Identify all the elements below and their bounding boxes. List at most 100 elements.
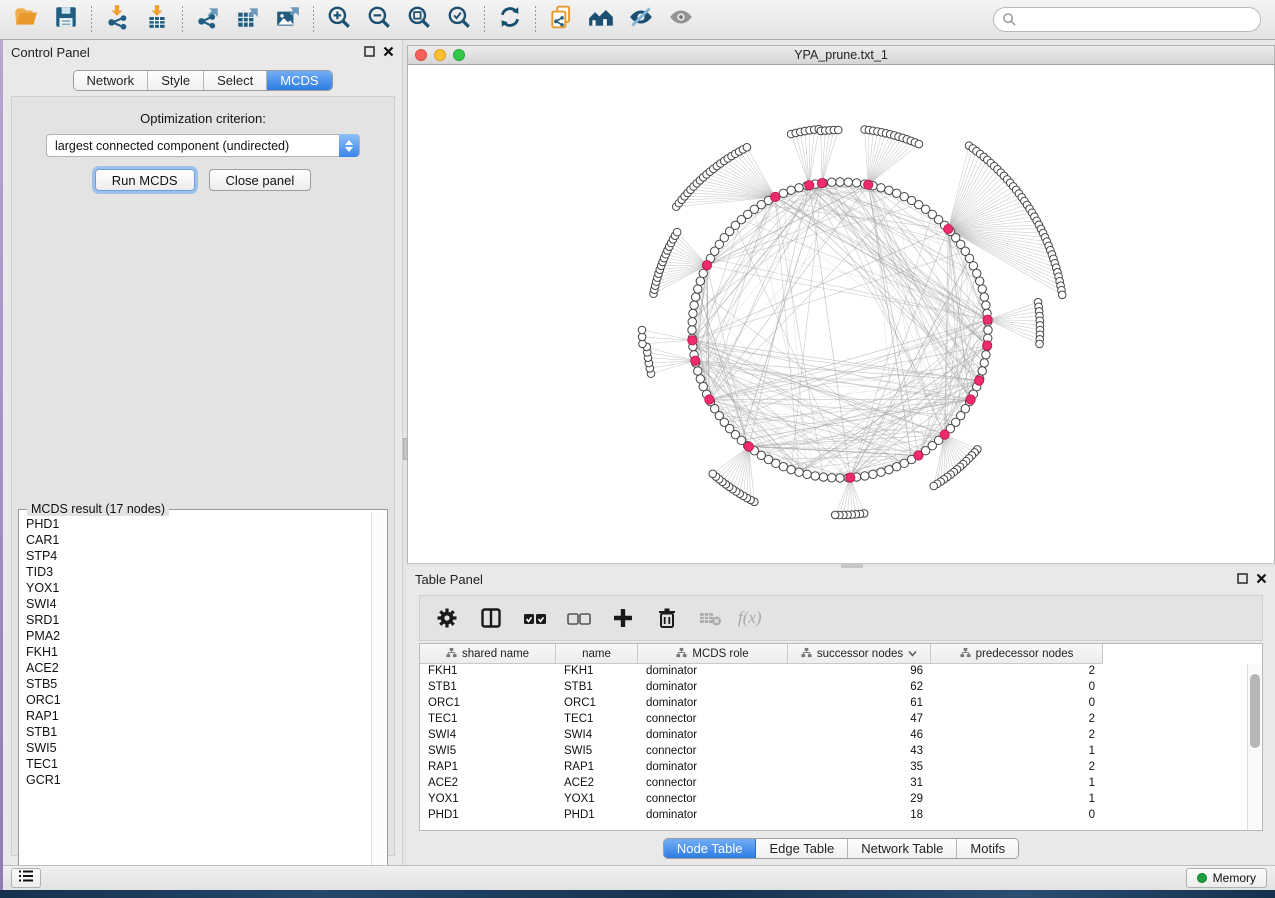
tab-mcds[interactable]: MCDS	[267, 71, 331, 90]
close-panel-icon[interactable]	[383, 45, 394, 60]
cell: TEC1	[420, 712, 556, 728]
result-node: STP4	[26, 548, 371, 564]
save-button[interactable]	[46, 3, 86, 37]
search-input[interactable]	[993, 7, 1261, 32]
zoom-in-icon	[326, 4, 352, 35]
splitter-grip[interactable]	[841, 564, 863, 568]
cell: FKH1	[420, 664, 556, 680]
cell: 18	[788, 808, 931, 824]
cell: 2	[931, 760, 1103, 776]
table-row[interactable]: TEC1TEC1connector472	[420, 712, 1262, 728]
result-node: TID3	[26, 564, 371, 580]
show-columns-icon[interactable]	[474, 601, 508, 635]
cell: connector	[638, 744, 788, 760]
table-panel: Table Panel f(x) shared namenameMCDS rol…	[407, 567, 1275, 865]
delete-table-icon	[694, 601, 728, 635]
float-panel-icon[interactable]	[1237, 572, 1248, 587]
table-scrollbar[interactable]	[1247, 664, 1262, 830]
table-panel-title: Table Panel	[415, 572, 483, 587]
zoom-selected-button[interactable]	[439, 3, 479, 37]
delete-column-icon[interactable]	[650, 601, 684, 635]
table-header-row: shared namenameMCDS rolesuccessor nodesp…	[420, 644, 1262, 664]
open-file-button[interactable]	[6, 3, 46, 37]
zoom-out-button[interactable]	[359, 3, 399, 37]
result-node: CAR1	[26, 532, 371, 548]
first-neighbors-button[interactable]	[581, 3, 621, 37]
column-header-MCDS-role[interactable]: MCDS role	[638, 644, 788, 664]
cell: 1	[931, 776, 1103, 792]
result-node: ORC1	[26, 692, 371, 708]
task-list-icon	[18, 869, 34, 888]
export-image-button[interactable]	[268, 3, 308, 37]
refresh-button[interactable]	[490, 3, 530, 37]
select-all-icon[interactable]	[518, 601, 552, 635]
table-row[interactable]: FKH1FKH1dominator962	[420, 664, 1262, 680]
tab-network-table[interactable]: Network Table	[848, 839, 957, 858]
table-row[interactable]: YOX1YOX1connector291	[420, 792, 1262, 808]
deselect-all-icon[interactable]	[562, 601, 596, 635]
hide-selected-button[interactable]	[621, 3, 661, 37]
memory-button[interactable]: Memory	[1186, 868, 1267, 888]
cell: STB1	[556, 680, 638, 696]
column-header-name[interactable]: name	[556, 644, 638, 664]
cell: ACE2	[556, 776, 638, 792]
table-row[interactable]: ORC1ORC1dominator610	[420, 696, 1262, 712]
cell: ORC1	[420, 696, 556, 712]
cell: 47	[788, 712, 931, 728]
criterion-dropdown-value: largest connected component (undirected)	[55, 139, 289, 153]
show-all-button[interactable]	[661, 3, 701, 37]
zoom-in-button[interactable]	[319, 3, 359, 37]
cell: 0	[931, 696, 1103, 712]
network-canvas[interactable]	[407, 65, 1275, 563]
cell: YOX1	[420, 792, 556, 808]
memory-status-icon	[1197, 873, 1207, 883]
table-row[interactable]: ACE2ACE2connector311	[420, 776, 1262, 792]
task-history-button[interactable]	[11, 868, 41, 888]
import-table-button[interactable]	[137, 3, 177, 37]
optimization-criterion-label: Optimization criterion:	[12, 111, 394, 126]
cell: PHD1	[420, 808, 556, 824]
table-row[interactable]: RAP1RAP1dominator352	[420, 760, 1262, 776]
tab-style[interactable]: Style	[148, 71, 204, 90]
tab-network[interactable]: Network	[74, 71, 149, 90]
cell: 2	[931, 728, 1103, 744]
mcds-result-list[interactable]: PHD1CAR1STP4TID3YOX1SWI4SRD1PMA2FKH1ACE2…	[21, 512, 371, 876]
float-panel-icon[interactable]	[364, 45, 375, 60]
duplicate-network-button[interactable]	[541, 3, 581, 37]
zoom-fit-button[interactable]	[399, 3, 439, 37]
mcds-result-box: MCDS result (17 nodes) PHD1CAR1STP4TID3Y…	[18, 509, 388, 879]
settings-gear-icon[interactable]	[430, 601, 464, 635]
table-row[interactable]: SWI4SWI4dominator462	[420, 728, 1262, 744]
toolbar-separator	[182, 6, 183, 34]
table-row[interactable]: STB1STB1dominator620	[420, 680, 1262, 696]
column-header-shared-name[interactable]: shared name	[420, 644, 556, 664]
result-list-scrollbar[interactable]	[371, 512, 385, 876]
tab-select[interactable]: Select	[204, 71, 267, 90]
table-row[interactable]: PHD1PHD1dominator180	[420, 808, 1262, 824]
show-all-icon	[668, 4, 694, 35]
cell: dominator	[638, 664, 788, 680]
close-panel-button[interactable]: Close panel	[209, 169, 312, 191]
add-column-icon[interactable]	[606, 601, 640, 635]
tab-motifs[interactable]: Motifs	[957, 839, 1018, 858]
run-mcds-button[interactable]: Run MCDS	[95, 169, 195, 191]
export-table-button[interactable]	[228, 3, 268, 37]
cell: STB1	[420, 680, 556, 696]
column-header-successor-nodes[interactable]: successor nodes	[788, 644, 931, 664]
close-panel-icon[interactable]	[1256, 572, 1267, 587]
tab-node-table[interactable]: Node Table	[664, 839, 757, 858]
cell: RAP1	[420, 760, 556, 776]
save-icon	[53, 4, 79, 35]
tab-edge-table[interactable]: Edge Table	[756, 839, 848, 858]
column-header-predecessor-nodes[interactable]: predecessor nodes	[931, 644, 1103, 664]
cell: 61	[788, 696, 931, 712]
import-network-button[interactable]	[97, 3, 137, 37]
column-type-icon	[446, 647, 457, 661]
horizontal-splitter[interactable]	[407, 563, 1275, 567]
table-row[interactable]: SWI5SWI5connector431	[420, 744, 1262, 760]
network-window-titlebar[interactable]: YPA_prune.txt_1	[407, 45, 1275, 65]
export-network-button[interactable]	[188, 3, 228, 37]
table-scrollbar-thumb[interactable]	[1250, 674, 1260, 748]
cell: YOX1	[556, 792, 638, 808]
criterion-dropdown[interactable]: largest connected component (undirected)	[46, 134, 360, 157]
